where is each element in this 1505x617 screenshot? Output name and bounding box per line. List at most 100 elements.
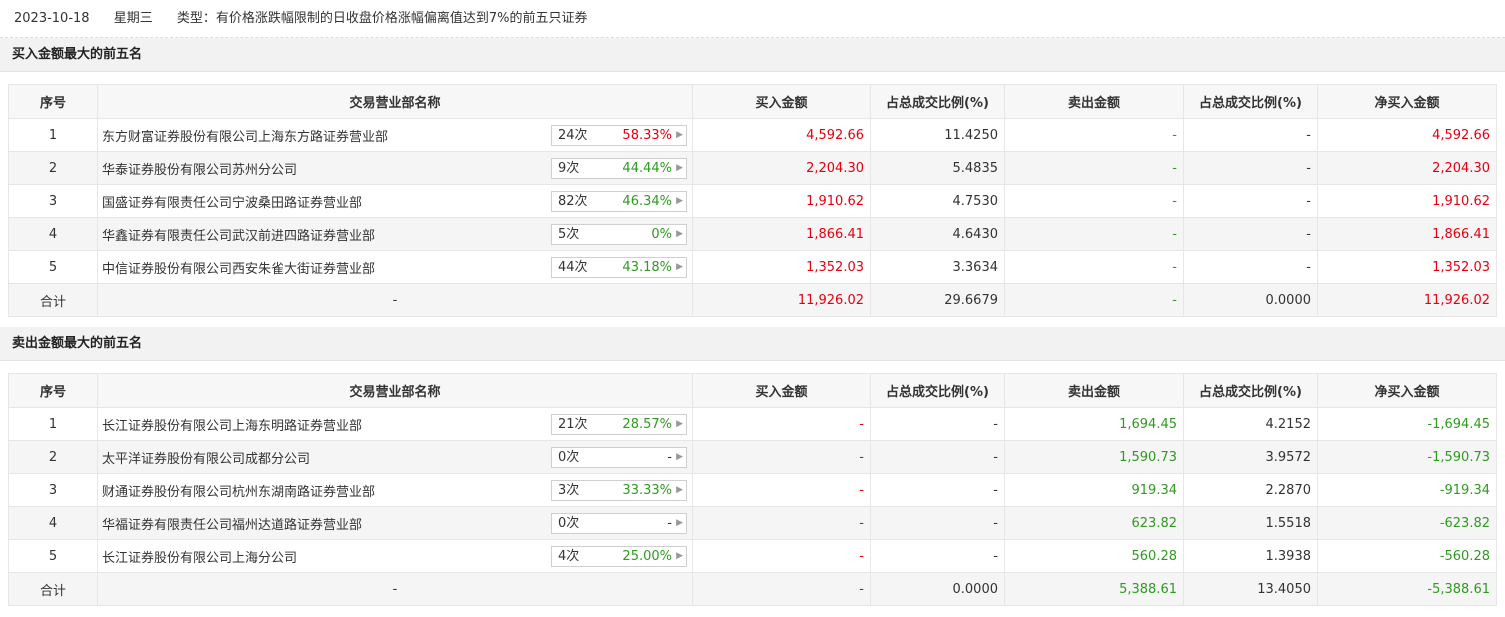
chevron-right-icon: ▶ [676, 262, 683, 272]
total-sell: - [1004, 283, 1184, 317]
buy-ratio: - [870, 407, 1005, 441]
win-rate: 33.33% [622, 483, 672, 498]
sell-amount: - [1004, 184, 1184, 218]
listing-count: 21次 [558, 417, 588, 432]
total-sell: 5,388.61 [1004, 572, 1184, 606]
net-amount: -1,590.73 [1317, 440, 1497, 474]
net-amount: 1,866.41 [1317, 217, 1497, 251]
total-net: 11,926.02 [1317, 283, 1497, 317]
broker-link[interactable]: 华鑫证券有限责任公司武汉前进四路证券营业部 [102, 229, 375, 244]
buy-ratio: - [870, 473, 1005, 507]
table-row: 3 财通证券股份有限公司杭州东湖南路证券营业部 3次 33.33% ▶ - -919.34 2… [8, 473, 1497, 507]
total-label: 合计 [8, 283, 98, 317]
broker-stat-dropdown[interactable]: 3次 33.33% ▶ [551, 480, 687, 501]
broker-link[interactable]: 中信证券股份有限公司西安朱雀大街证券营业部 [102, 262, 375, 277]
buy-ratio: - [870, 440, 1005, 474]
column-header-3: 占总成交比例(%) [870, 84, 1005, 119]
broker-link[interactable]: 太平洋证券股份有限公司成都分公司 [102, 452, 310, 467]
net-amount: -623.82 [1317, 506, 1497, 540]
buy-ratio: 4.6430 [870, 217, 1005, 251]
broker-stat-dropdown[interactable]: 0次 - ▶ [551, 447, 687, 468]
sell-ratio: 3.9572 [1183, 440, 1318, 474]
broker-name-cell: 华福证券有限责任公司福州达道路证券营业部 0次 - ▶ [97, 506, 693, 540]
broker-name-cell: 华鑫证券有限责任公司武汉前进四路证券营业部 5次 0% ▶ [97, 217, 693, 251]
broker-name-cell: 太平洋证券股份有限公司成都分公司 0次 - ▶ [97, 440, 693, 474]
net-amount: 1,910.62 [1317, 184, 1497, 218]
buy-table: 序号 交易营业部名称 买入金额 占总成交比例(%) 卖出金额 占总成交比例(%) 净买入金额… [8, 84, 1497, 317]
column-header-1: 交易营业部名称 [97, 84, 693, 119]
broker-link[interactable]: 华泰证券股份有限公司苏州分公司 [102, 163, 297, 178]
broker-stat-dropdown[interactable]: 82次 46.34% ▶ [551, 191, 687, 212]
list-type: 类型：有价格涨跌幅限制的日收盘价格涨幅偏离值达到7%的前五只证券 [176, 11, 588, 26]
info-bar: 2023-10-18 星期三 类型：有价格涨跌幅限制的日收盘价格涨幅偏离值达到7… [0, 0, 1505, 38]
rank-cell: 5 [8, 539, 98, 573]
total-sell-ratio: 0.0000 [1183, 283, 1318, 317]
broker-name-cell: 长江证券股份有限公司上海东明路证券营业部 21次 28.57% ▶ [97, 407, 693, 441]
listing-count: 0次 [558, 516, 580, 531]
buy-ratio: 3.3634 [870, 250, 1005, 284]
total-buy: - [692, 572, 871, 606]
trade-date: 2023-10-18 [14, 11, 90, 26]
net-amount: 2,204.30 [1317, 151, 1497, 185]
broker-stat-dropdown[interactable]: 24次 58.33% ▶ [551, 125, 687, 146]
sell-amount: - [1004, 151, 1184, 185]
broker-name-cell: 中信证券股份有限公司西安朱雀大街证券营业部 44次 43.18% ▶ [97, 250, 693, 284]
table-row: 1 长江证券股份有限公司上海东明路证券营业部 21次 28.57% ▶ - -1,694.4… [8, 407, 1497, 441]
rank-cell: 1 [8, 407, 98, 441]
rank-cell: 4 [8, 217, 98, 251]
column-header-2: 买入金额 [692, 373, 871, 408]
table-row: 1 东方财富证券股份有限公司上海东方路证券营业部 24次 58.33% ▶ 4,592.6… [8, 118, 1497, 152]
broker-stat-dropdown[interactable]: 0次 - ▶ [551, 513, 687, 534]
sell-amount: - [1004, 217, 1184, 251]
sell-ratio: 1.5518 [1183, 506, 1318, 540]
broker-link[interactable]: 长江证券股份有限公司上海东明路证券营业部 [102, 419, 362, 434]
listing-count: 5次 [558, 227, 580, 242]
chevron-right-icon: ▶ [676, 163, 683, 173]
buy-section-title: 买入金额最大的前五名 [0, 38, 1505, 72]
total-sell-ratio: 13.4050 [1183, 572, 1318, 606]
broker-link[interactable]: 长江证券股份有限公司上海分公司 [102, 551, 297, 566]
buy-amount: - [692, 473, 871, 507]
sell-amount: - [1004, 250, 1184, 284]
chevron-right-icon: ▶ [676, 196, 683, 206]
sell-ratio: 4.2152 [1183, 407, 1318, 441]
buy-amount: 1,866.41 [692, 217, 871, 251]
table-row: 4 华福证券有限责任公司福州达道路证券营业部 0次 - ▶ - -623.82 1.5518-… [8, 506, 1497, 540]
sell-ratio: - [1183, 217, 1318, 251]
sell-amount: - [1004, 118, 1184, 152]
chevron-right-icon: ▶ [676, 130, 683, 140]
broker-stat-dropdown[interactable]: 44次 43.18% ▶ [551, 257, 687, 278]
listing-count: 9次 [558, 161, 580, 176]
rank-cell: 4 [8, 506, 98, 540]
listing-count: 44次 [558, 260, 588, 275]
sell-table: 序号 交易营业部名称 买入金额 占总成交比例(%) 卖出金额 占总成交比例(%) 净买入金额… [8, 373, 1497, 606]
win-rate: - [667, 516, 672, 531]
broker-link[interactable]: 国盛证券有限责任公司宁波桑田路证券营业部 [102, 196, 362, 211]
rank-cell: 5 [8, 250, 98, 284]
broker-name-cell: 国盛证券有限责任公司宁波桑田路证券营业部 82次 46.34% ▶ [97, 184, 693, 218]
net-amount: 4,592.66 [1317, 118, 1497, 152]
broker-name-cell: 长江证券股份有限公司上海分公司 4次 25.00% ▶ [97, 539, 693, 573]
broker-stat-dropdown[interactable]: 4次 25.00% ▶ [551, 546, 687, 567]
column-header-0: 序号 [8, 373, 98, 408]
table-row: 2 华泰证券股份有限公司苏州分公司 9次 44.44% ▶ 2,204.30 5.4835-… [8, 151, 1497, 185]
sell-ratio: - [1183, 118, 1318, 152]
column-header-5: 占总成交比例(%) [1183, 373, 1318, 408]
sell-amount: 1,590.73 [1004, 440, 1184, 474]
broker-stat-dropdown[interactable]: 9次 44.44% ▶ [551, 158, 687, 179]
broker-stat-dropdown[interactable]: 21次 28.57% ▶ [551, 414, 687, 435]
sell-section-title: 卖出金额最大的前五名 [0, 327, 1505, 361]
broker-link[interactable]: 华福证券有限责任公司福州达道路证券营业部 [102, 518, 362, 533]
column-header-5: 占总成交比例(%) [1183, 84, 1318, 119]
broker-link[interactable]: 财通证券股份有限公司杭州东湖南路证券营业部 [102, 485, 375, 500]
total-row: 合计 -11,926.02 29.6679-0.0000 11,926.02 [8, 283, 1497, 317]
chevron-right-icon: ▶ [676, 485, 683, 495]
weekday: 星期三 [113, 11, 153, 26]
net-amount: -1,694.45 [1317, 407, 1497, 441]
broker-stat-dropdown[interactable]: 5次 0% ▶ [551, 224, 687, 245]
total-buy: 11,926.02 [692, 283, 871, 317]
broker-link[interactable]: 东方财富证券股份有限公司上海东方路证券营业部 [102, 130, 388, 145]
total-name: - [97, 572, 693, 606]
total-row: 合计 - -0.0000 5,388.61 13.4050 -5,388.61 [8, 572, 1497, 606]
column-header-1: 交易营业部名称 [97, 373, 693, 408]
